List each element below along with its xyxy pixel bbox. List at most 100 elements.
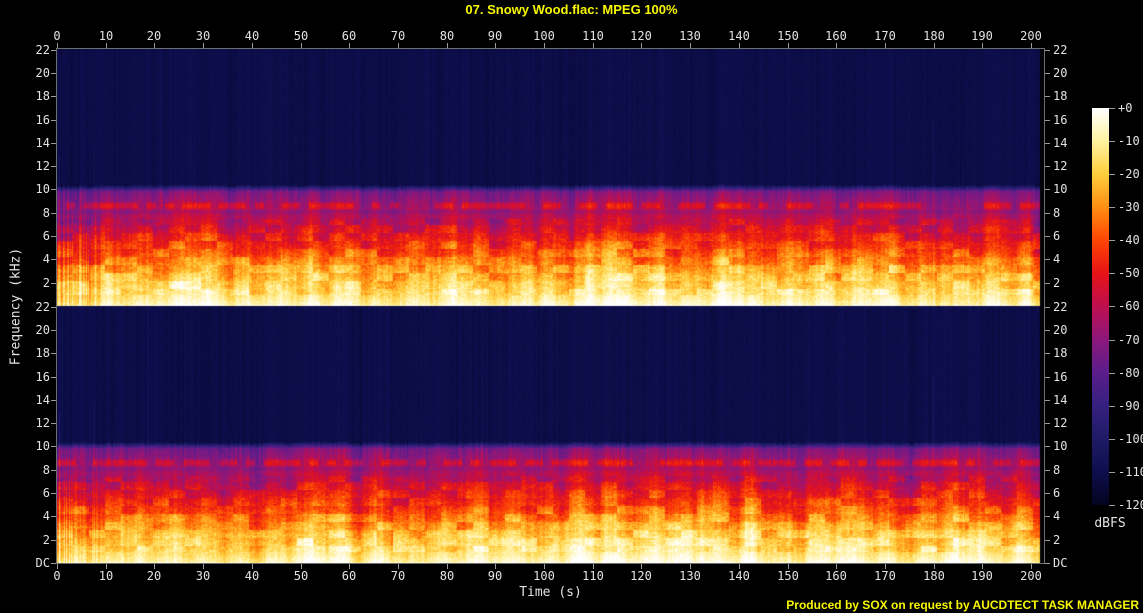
freq-tick-label-right: 14 [1053,393,1068,407]
freq-tick-left [51,189,56,190]
time-tick-label-bottom: 200 [1020,569,1042,583]
freq-tick-left [51,493,56,494]
time-tick-top [252,43,253,48]
time-tick-label-bottom: 160 [825,569,847,583]
time-tick-top [982,43,983,48]
freq-tick-label-left: 18 [35,89,50,103]
time-tick-label-top: 170 [874,29,896,43]
level-tick [1109,306,1115,307]
freq-tick-left [51,73,56,74]
freq-tick-label-left: 12 [35,159,50,173]
freq-tick-right [1045,330,1050,331]
level-tick-label: -80 [1118,366,1140,380]
freq-tick-left [51,540,56,541]
freq-tick-left [51,143,56,144]
freq-tick-label-left: 16 [35,113,50,127]
freq-tick-right [1045,73,1050,74]
freq-tick-label-right: 2 [1053,276,1061,290]
freq-tick-right [1045,283,1050,284]
freq-tick-left [51,516,56,517]
freq-tick-left [51,330,56,331]
freq-tick-left [51,96,56,97]
level-tick-label: -70 [1118,333,1140,347]
time-tick-label-top: 100 [533,29,555,43]
freq-tick-right [1045,259,1050,260]
freq-tick-label-left: 8 [42,206,50,220]
freq-tick-right [1045,213,1050,214]
freq-tick-label-left: 4 [42,509,50,523]
freq-tick-label-right: 4 [1053,509,1061,523]
freq-tick-label-left: 14 [35,136,50,150]
time-tick-label-top: 120 [630,29,652,43]
freq-tick-label-left: 6 [42,229,50,243]
freq-tick-label-right: 20 [1053,323,1068,337]
level-tick [1109,472,1115,473]
freq-tick-left [51,423,56,424]
freq-tick-label-right: 18 [1053,346,1068,360]
freq-tick-left [51,307,56,308]
time-tick-top [106,43,107,48]
freq-tick-label-left: 20 [35,66,50,80]
level-tick [1109,141,1115,142]
time-tick-label-top: 80 [439,29,455,43]
time-tick-label-top: 140 [728,29,750,43]
time-tick-label-top: 10 [98,29,114,43]
freq-tick-left [51,563,56,564]
freq-tick-right [1045,50,1050,51]
level-tick [1109,373,1115,374]
freq-tick-left [51,50,56,51]
time-tick-label-bottom: 50 [293,569,309,583]
colorbar-unit-label: dBFS [1094,516,1126,531]
freq-tick-label-right: 6 [1053,486,1061,500]
freq-tick-left [51,353,56,354]
time-tick-top [57,43,58,48]
level-tick-label: -100 [1118,432,1143,446]
time-tick-label-top: 160 [825,29,847,43]
level-tick-label: -60 [1118,299,1140,313]
freq-tick-left [51,236,56,237]
freq-tick-label-right: 8 [1053,206,1061,220]
time-tick-label-bottom: 150 [777,569,799,583]
time-tick-top [203,43,204,48]
freq-tick-right [1045,143,1050,144]
freq-tick-label-right: 10 [1053,182,1068,196]
freq-tick-label-right: 10 [1053,439,1068,453]
level-tick [1109,505,1115,506]
freq-tick-label-left: 6 [42,486,50,500]
level-tick-label: -40 [1118,233,1140,247]
time-tick-label-top: 30 [195,29,211,43]
freq-tick-label-right: 6 [1053,229,1061,243]
time-tick-label-top: 40 [244,29,260,43]
level-tick-label: -50 [1118,266,1140,280]
time-tick-label-bottom: 90 [487,569,503,583]
time-tick-top [301,43,302,48]
time-tick-label-bottom: 10 [98,569,114,583]
time-tick-label-bottom: 30 [195,569,211,583]
freq-tick-label-right: 8 [1053,463,1061,477]
time-tick-label-top: 70 [390,29,406,43]
time-tick-top [398,43,399,48]
time-tick-label-top: 90 [487,29,503,43]
freq-tick-label-right: 4 [1053,252,1061,266]
freq-tick-label-left: 12 [35,416,50,430]
time-tick-top [544,43,545,48]
time-tick-label-bottom: 180 [923,569,945,583]
time-tick-top [788,43,789,48]
time-tick-top [836,43,837,48]
freq-tick-label-right: 16 [1053,113,1068,127]
time-tick-label-bottom: 120 [630,569,652,583]
time-tick-top [593,43,594,48]
freq-tick-label-left: 22 [35,43,50,57]
freq-tick-right [1045,493,1050,494]
time-tick-top [154,43,155,48]
freq-tick-label-left: 20 [35,323,50,337]
freq-tick-label-right: 2 [1053,533,1061,547]
level-tick-label: -30 [1118,200,1140,214]
freq-tick-label-right: 16 [1053,370,1068,384]
freq-tick-left [51,283,56,284]
freq-tick-right [1045,353,1050,354]
plot-frame [56,48,1045,564]
freq-tick-label-right: DC [1053,556,1068,570]
freq-tick-label-right: 14 [1053,136,1068,150]
time-tick-top [349,43,350,48]
